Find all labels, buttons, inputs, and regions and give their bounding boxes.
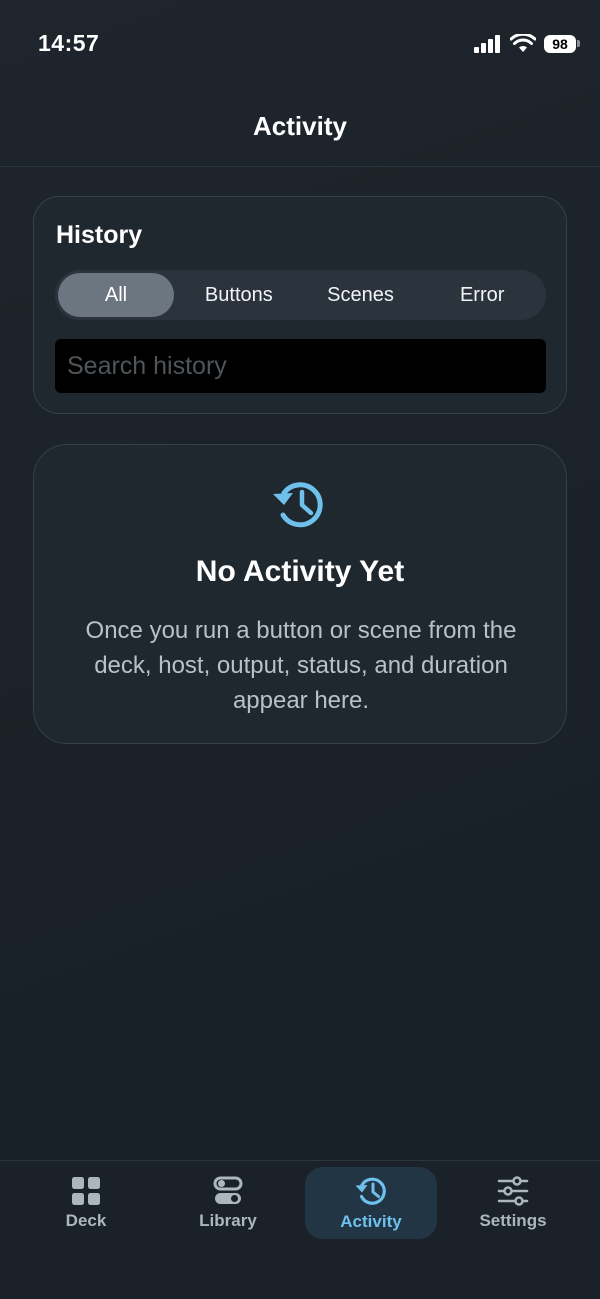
tab-label-deck: Deck — [65, 1210, 107, 1230]
battery-tip — [577, 40, 580, 47]
toggles-icon — [213, 1176, 243, 1206]
sliders-icon — [497, 1175, 529, 1206]
empty-state-message: Once you run a button or scene from the … — [85, 617, 517, 714]
status-time: 14:57 — [38, 30, 100, 56]
tab-label-activity: Activity — [340, 1211, 402, 1231]
tab-bar: Deck Library Activity Settings — [0, 1160, 600, 1299]
empty-state-card: No Activity Yet Once you run a button or… — [33, 444, 567, 744]
tab-label-library: Library — [199, 1210, 257, 1230]
status-bar: 14:57 98 — [0, 0, 600, 90]
history-filter-segmented-control: All Buttons Scenes Error — [55, 270, 546, 320]
segment-error[interactable]: Error — [421, 273, 543, 317]
tab-deck[interactable]: Deck — [22, 1167, 150, 1239]
nav-header: Activity — [0, 90, 600, 167]
history-card: History All Buttons Scenes Error — [33, 196, 567, 414]
segment-buttons[interactable]: Buttons — [178, 273, 300, 317]
empty-state-title: No Activity Yet — [195, 555, 405, 588]
tab-library[interactable]: Library — [164, 1167, 292, 1239]
cellular-signal-icon — [474, 34, 502, 53]
segment-all[interactable]: All — [58, 273, 174, 317]
segment-scenes[interactable]: Scenes — [300, 273, 422, 317]
battery-level: 98 — [544, 34, 576, 53]
search-history-input[interactable] — [55, 339, 546, 393]
wifi-icon — [510, 34, 536, 53]
page-title: Activity — [253, 110, 347, 141]
history-icon — [271, 475, 329, 533]
activity-screen: 14:57 98 Activity History All Buttons Sc… — [0, 0, 600, 1299]
history-icon — [354, 1175, 388, 1207]
history-title: History — [56, 221, 143, 249]
battery-icon: 98 — [544, 34, 580, 53]
tab-label-settings: Settings — [479, 1210, 547, 1230]
tab-settings[interactable]: Settings — [449, 1167, 577, 1239]
tab-activity[interactable]: Activity — [305, 1167, 437, 1239]
grid-icon — [71, 1176, 101, 1206]
status-icons: 98 — [474, 34, 580, 53]
